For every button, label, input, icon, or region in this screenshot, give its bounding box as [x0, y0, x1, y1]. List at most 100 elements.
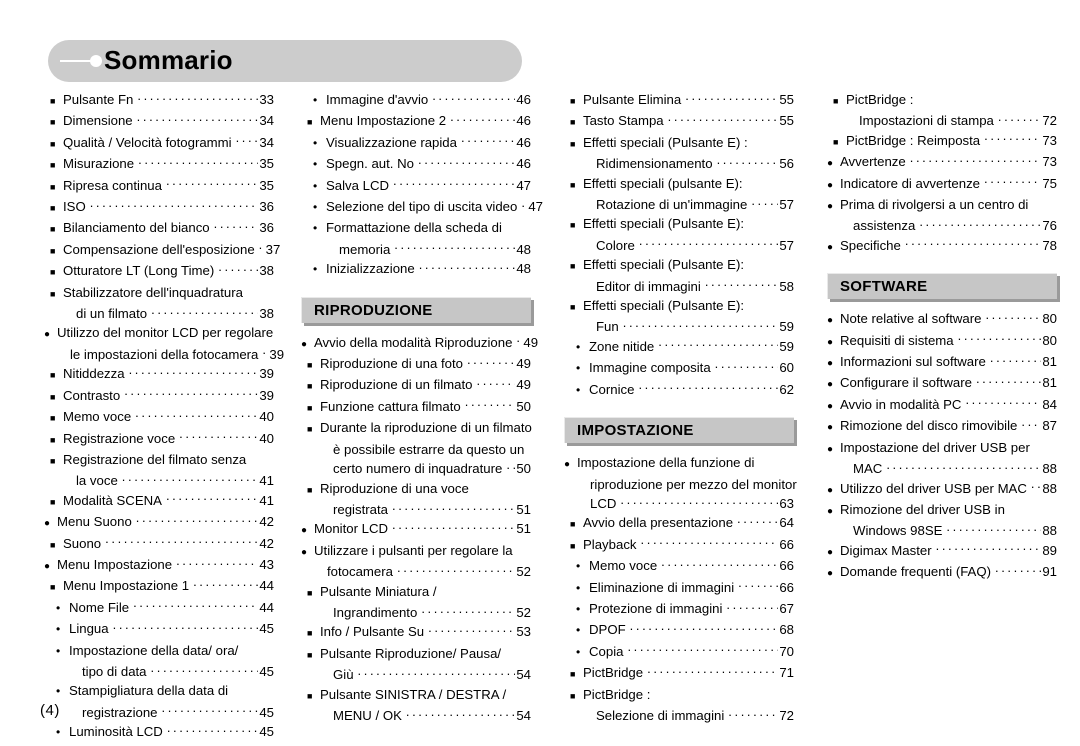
toc-entry[interactable]: certo numero di inquadrature 50	[301, 459, 531, 478]
toc-entry[interactable]: Pulsante Riproduzione/ Pausa/	[301, 644, 531, 665]
toc-entry[interactable]: Avvio della modalità Riproduzione 49	[301, 333, 538, 354]
toc-entry[interactable]: di un filmato 38	[44, 304, 274, 323]
toc-entry[interactable]: Dimensione 34	[44, 111, 274, 132]
toc-entry[interactable]: Eliminazione di immagini 66	[564, 578, 794, 599]
toc-entry[interactable]: assistenza 76	[827, 216, 1057, 235]
toc-entry[interactable]: Monitor LCD 51	[301, 519, 531, 540]
toc-entry[interactable]: Impostazione della data/ ora/	[44, 641, 274, 662]
toc-entry[interactable]: fotocamera 52	[301, 562, 531, 581]
toc-entry[interactable]: Riproduzione di una voce	[301, 479, 531, 500]
toc-entry[interactable]: Prima di rivolgersi a un centro di	[827, 195, 1057, 216]
toc-entry[interactable]: PictBridge : Reimposta 73	[827, 131, 1057, 152]
toc-entry[interactable]: Rimozione del driver USB in	[827, 500, 1057, 521]
toc-entry[interactable]: Riproduzione di un filmato 49	[301, 375, 531, 396]
toc-entry[interactable]: Digimax Master 89	[827, 541, 1057, 562]
toc-entry[interactable]: MAC 88	[827, 459, 1057, 478]
toc-entry[interactable]: riproduzione per mezzo del monitor	[564, 475, 797, 494]
toc-entry[interactable]: Impostazione del driver USB per	[827, 438, 1057, 459]
toc-entry[interactable]: Bilanciamento del bianco 36	[44, 218, 274, 239]
toc-entry[interactable]: Protezione di immagini 67	[564, 599, 794, 620]
toc-entry[interactable]: la voce 41	[44, 471, 274, 490]
toc-entry[interactable]: LCD 63	[564, 494, 794, 513]
toc-entry[interactable]: Luminosità LCD 45	[44, 722, 274, 743]
toc-entry[interactable]: Tasto Stampa 55	[564, 111, 794, 132]
toc-entry[interactable]: Avvio in modalità PC 84	[827, 395, 1057, 416]
toc-entry[interactable]: Note relative al software 80	[827, 309, 1057, 330]
toc-entry[interactable]: PictBridge :	[827, 90, 1057, 111]
toc-entry[interactable]: ISO 36	[44, 197, 274, 218]
toc-entry[interactable]: Effetti speciali (Pulsante E):	[564, 296, 794, 317]
toc-entry[interactable]: Pulsante Miniatura /	[301, 582, 531, 603]
toc-entry[interactable]: le impostazioni della fotocamera 39	[44, 345, 284, 364]
toc-entry[interactable]: Memo voce 40	[44, 407, 274, 428]
toc-entry[interactable]: PictBridge 71	[564, 663, 794, 684]
toc-entry[interactable]: Informazioni sul software 81	[827, 352, 1057, 373]
toc-entry[interactable]: memoria 48	[301, 240, 531, 259]
toc-entry[interactable]: Funzione cattura filmato 50	[301, 397, 531, 418]
toc-entry[interactable]: Specifiche 78	[827, 236, 1057, 257]
toc-entry[interactable]: Registrazione voce 40	[44, 429, 274, 450]
toc-entry[interactable]: Ingrandimento 52	[301, 603, 531, 622]
toc-entry[interactable]: Stabilizzatore dell'inquadratura	[44, 283, 274, 304]
toc-entry[interactable]: Registrazione del filmato senza	[44, 450, 274, 471]
toc-entry[interactable]: Fun 59	[564, 317, 794, 336]
toc-entry[interactable]: Misurazione 35	[44, 154, 274, 175]
toc-entry[interactable]: Effetti speciali (pulsante E):	[564, 174, 794, 195]
toc-entry[interactable]: Utilizzo del monitor LCD per regolare	[44, 323, 274, 344]
toc-entry[interactable]: Utilizzare i pulsanti per regolare la	[301, 541, 531, 562]
toc-entry[interactable]: Nitiddezza 39	[44, 364, 274, 385]
toc-entry[interactable]: Effetti speciali (Pulsante E):	[564, 214, 794, 235]
toc-entry[interactable]: Memo voce 66	[564, 556, 794, 577]
toc-entry[interactable]: Compensazione dell'esposizione 37	[44, 240, 280, 261]
toc-entry[interactable]: Colore 57	[564, 236, 794, 255]
toc-entry[interactable]: Menu Impostazione 2 46	[301, 111, 531, 132]
toc-entry[interactable]: Playback 66	[564, 535, 794, 556]
toc-entry[interactable]: Pulsante Fn 33	[44, 90, 274, 111]
toc-entry[interactable]: Ripresa continua 35	[44, 176, 274, 197]
toc-entry[interactable]: Rotazione di un'immagine 57	[564, 195, 794, 214]
toc-entry[interactable]: tipo di data 45	[44, 662, 274, 681]
toc-entry[interactable]: Avvertenze 73	[827, 152, 1057, 173]
toc-entry[interactable]: Impostazioni di stampa 72	[827, 111, 1057, 130]
toc-entry[interactable]: Domande frequenti (FAQ) 91	[827, 562, 1057, 583]
toc-entry[interactable]: Rimozione del disco rimovibile 87	[827, 416, 1057, 437]
toc-entry[interactable]: Riproduzione di una foto 49	[301, 354, 531, 375]
toc-entry[interactable]: Inizializzazione 48	[301, 259, 531, 280]
toc-entry[interactable]: Utilizzo del driver USB per MAC 88	[827, 479, 1057, 500]
toc-entry[interactable]: Salva LCD 47	[301, 176, 531, 197]
toc-entry[interactable]: Copia 70	[564, 642, 794, 663]
toc-entry[interactable]: Pulsante Elimina 55	[564, 90, 794, 111]
toc-entry[interactable]: Immagine composita 60	[564, 358, 794, 379]
toc-entry[interactable]: Spegn. aut. No 46	[301, 154, 531, 175]
toc-entry[interactable]: Effetti speciali (Pulsante E):	[564, 255, 794, 276]
toc-entry[interactable]: Immagine d'avvio 46	[301, 90, 531, 111]
toc-entry[interactable]: Requisiti di sistema 80	[827, 331, 1057, 352]
toc-entry[interactable]: Cornice 62	[564, 380, 794, 401]
toc-entry[interactable]: Qualità / Velocità fotogrammi 34	[44, 133, 274, 154]
toc-entry[interactable]: MENU / OK 54	[301, 706, 531, 725]
toc-entry[interactable]: DPOF 68	[564, 620, 794, 641]
toc-entry[interactable]: Lingua 45	[44, 619, 274, 640]
toc-entry[interactable]: Contrasto 39	[44, 386, 274, 407]
toc-entry[interactable]: Effetti speciali (Pulsante E) :	[564, 133, 794, 154]
toc-entry[interactable]: Suono 42	[44, 534, 274, 555]
toc-entry[interactable]: Otturatore LT (Long Time) 38	[44, 261, 274, 282]
toc-entry[interactable]: è possibile estrarre da questo un	[301, 440, 531, 459]
toc-entry[interactable]: Info / Pulsante Su 53	[301, 622, 531, 643]
toc-entry[interactable]: registrata 51	[301, 500, 531, 519]
toc-entry[interactable]: Menu Impostazione 1 44	[44, 576, 274, 597]
toc-entry[interactable]: registrazione 45	[44, 703, 274, 722]
toc-entry[interactable]: Configurare il software 81	[827, 373, 1057, 394]
toc-entry[interactable]: Formattazione della scheda di	[301, 218, 531, 239]
toc-entry[interactable]: Modalità SCENA 41	[44, 491, 274, 512]
toc-entry[interactable]: Selezione di immagini 72	[564, 706, 794, 725]
toc-entry[interactable]: Pulsante SINISTRA / DESTRA /	[301, 685, 531, 706]
toc-entry[interactable]: Windows 98SE 88	[827, 521, 1057, 540]
toc-entry[interactable]: Editor di immagini 58	[564, 277, 794, 296]
toc-entry[interactable]: Nome File 44	[44, 598, 274, 619]
toc-entry[interactable]: Menu Suono 42	[44, 512, 274, 533]
toc-entry[interactable]: Indicatore di avvertenze 75	[827, 174, 1057, 195]
toc-entry[interactable]: Menu Impostazione 43	[44, 555, 274, 576]
toc-entry[interactable]: Impostazione della funzione di	[564, 453, 794, 474]
toc-entry[interactable]: PictBridge :	[564, 685, 794, 706]
